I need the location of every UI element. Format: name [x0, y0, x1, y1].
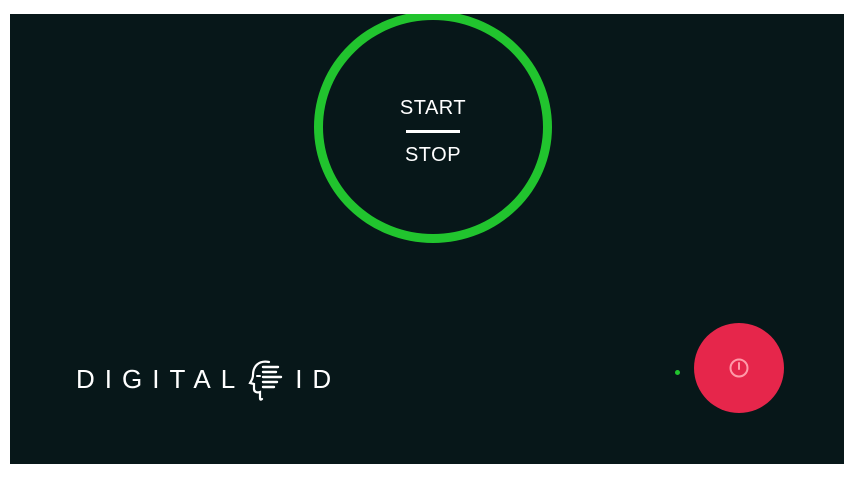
stop-label: STOP [404, 144, 462, 166]
kiosk-screen: START STOP DIGITAL ID [10, 14, 844, 464]
face-scan-icon [248, 360, 283, 401]
logo-text-digital: DIGITAL [76, 363, 246, 394]
logo-text-id: ID [295, 363, 342, 394]
digital-id-logo: DIGITAL ID [76, 354, 341, 404]
power-button[interactable] [694, 323, 784, 413]
start-stop-button[interactable]: START STOP [314, 14, 552, 243]
status-dot [675, 370, 680, 375]
start-label: START [399, 97, 467, 119]
start-stop-divider [406, 130, 460, 133]
power-icon [729, 358, 749, 378]
